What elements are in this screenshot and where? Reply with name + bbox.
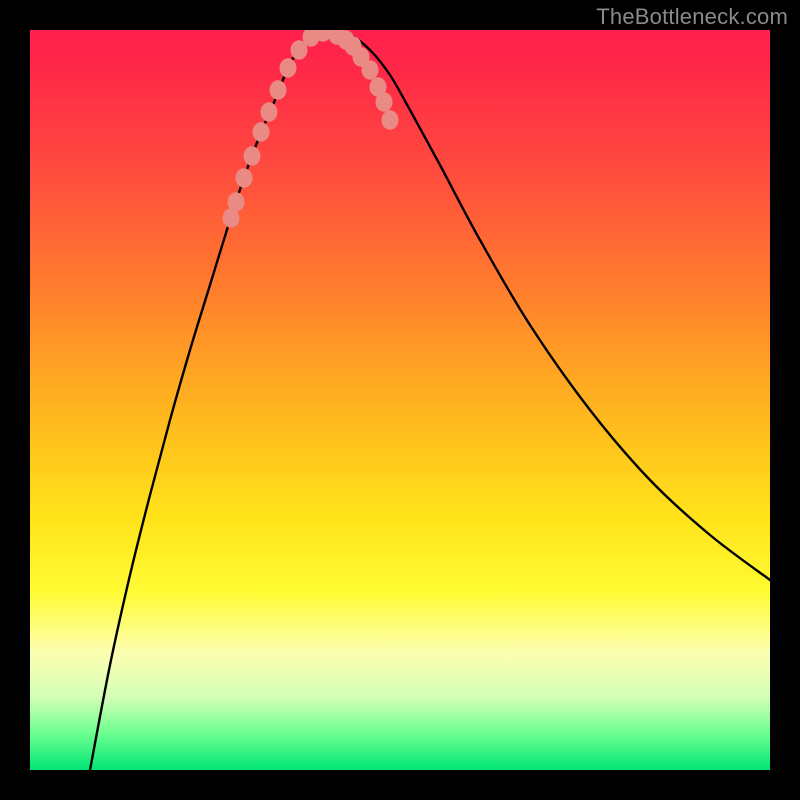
marker-dot <box>236 168 253 188</box>
marker-dot <box>362 60 379 80</box>
curve-layer <box>30 30 770 770</box>
marker-dot <box>244 146 261 166</box>
marker-dot <box>382 110 399 130</box>
bottleneck-curve-path <box>90 32 770 770</box>
marker-dot <box>270 80 287 100</box>
marker-dot <box>376 92 393 112</box>
marker-dot <box>261 102 278 122</box>
marker-dot <box>228 192 245 212</box>
plot-area <box>30 30 770 770</box>
chart-canvas: TheBottleneck.com <box>0 0 800 800</box>
highlight-markers <box>223 30 399 228</box>
bottleneck-curve <box>90 32 770 770</box>
marker-dot <box>280 58 297 78</box>
marker-dot <box>253 122 270 142</box>
watermark-text: TheBottleneck.com <box>596 4 788 30</box>
